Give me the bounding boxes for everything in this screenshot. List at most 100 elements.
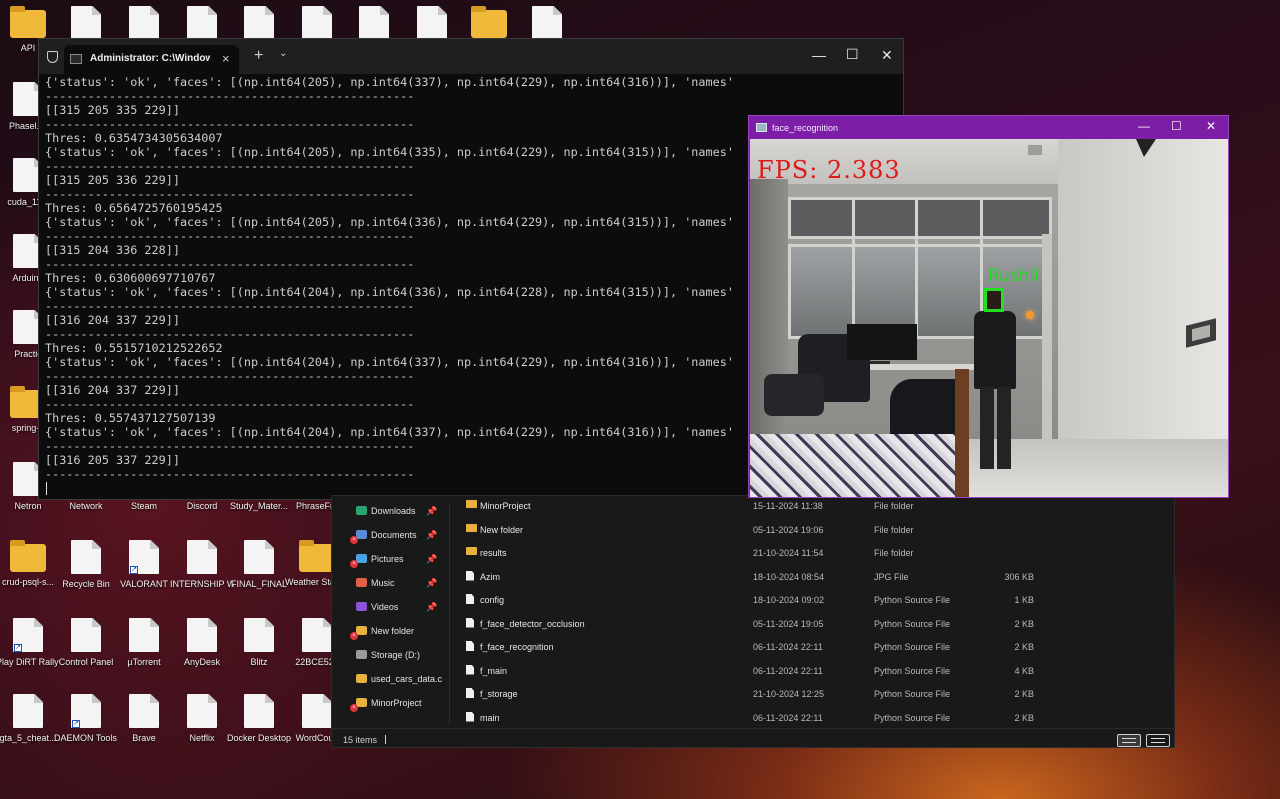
terminal-line: {'status': 'ok', 'faces': [(np.int64(205… [45,215,735,229]
nav-item[interactable]: used_cars_data.c [356,674,442,692]
terminal-tab[interactable]: Administrator: C:\Windows\S × [64,45,239,74]
close-button[interactable]: ✕ [881,47,893,64]
terminal-line: ----------------------------------------… [45,229,415,243]
person-leg [997,387,1011,469]
file-icon [129,694,159,728]
file-row[interactable]: config 18-10-2024 09:02 Python Source File… [462,590,1162,610]
desktop-icon[interactable]: FINAL_FINAL [227,540,291,590]
pane-divider[interactable] [449,504,450,724]
folder-icon [466,523,477,532]
pin-icon[interactable]: 📌 [426,602,437,613]
terminal-line: ----------------------------------------… [45,397,415,411]
face-window-title-bar[interactable]: face_recognition — ☐ ✕ [749,116,1228,139]
ceiling-vent [1028,145,1042,155]
folder-icon [356,602,367,611]
desktop-icon[interactable]: Recycle Bin [54,540,118,590]
admin-shield-icon [47,51,58,63]
file-row[interactable]: f_face_recognition 06-11-2024 22:11 Python… [462,637,1162,657]
face-minimize-button[interactable]: — [1138,119,1150,133]
desktop-icon[interactable]: ↗ Play DiRT Rally 2 [0,618,60,668]
file-type: File folder [874,548,914,558]
terminal-output[interactable]: {'status': 'ok', 'faces': [(np.int64(205… [45,74,735,499]
face-maximize-button[interactable]: ☐ [1171,119,1182,133]
desktop-icon[interactable]: ↗ VALORANT [112,540,176,590]
file-row[interactable]: f_main 06-11-2024 22:11 Python Source File… [462,661,1162,681]
nav-item[interactable]: Pictures 📌 × [350,554,437,572]
file-row[interactable]: MinorProject 15-11-2024 11:38 File folder [462,496,1162,516]
file-type: File folder [874,524,914,535]
desktop-icon[interactable]: Netflix [170,694,234,744]
file-icon [71,540,101,574]
file-row[interactable]: f_face_detector_occlusion 05-11-2024 19:0… [462,614,1162,634]
desktop-icon[interactable]: Docker Desktop [227,694,291,744]
terminal-line: [[315 205 335 229]] [45,103,180,117]
file-icon [466,641,474,651]
terminal-line: {'status': 'ok', 'faces': [(np.int64(205… [45,145,735,159]
file-row[interactable]: results 21-10-2024 11:54 File folder [462,543,1162,563]
terminal-line: ----------------------------------------… [45,89,415,103]
file-type: Python Source File [874,595,951,605]
desktop-icon-label: Netflix [189,733,215,743]
nav-item[interactable]: New folder × [350,626,415,644]
desktop-icon[interactable]: AnyDesk [170,618,234,668]
tab-dropdown-button[interactable]: ⌄ [279,48,287,59]
desktop-icon-label: Blitz [250,657,268,667]
file-size: 2 KB [1014,689,1034,699]
nav-item[interactable]: MinorProject × [350,698,422,716]
desktop-icon[interactable]: ↗ DAEMON Tools Lite [54,694,118,744]
terminal-line: [[316 204 337 229]] [45,313,180,327]
pin-icon[interactable]: 📌 [426,554,437,565]
file-icon [187,6,217,40]
file-row[interactable]: New folder 05-11-2024 19:06 File folder [462,520,1162,540]
folder-icon [356,674,367,683]
file-type: Python Source File [874,689,951,699]
file-row[interactable]: f_storage 21-10-2024 12:25 Python Source F… [462,684,1162,704]
file-name: results [480,548,507,558]
sync-error-icon: × [350,632,358,640]
tab-close-icon[interactable]: × [222,51,230,66]
terminal-line: Thres: 0.557437127507139 [45,411,216,425]
file-date: 21-10-2024 12:25 [753,689,825,699]
minimize-button[interactable]: — [812,47,826,63]
file-icon [466,664,474,675]
pin-icon[interactable]: 📌 [426,578,437,589]
desktop-icon-label: AnyDesk [183,657,220,667]
pin-icon[interactable]: 📌 [426,506,437,517]
desktop-icon[interactable]: INTERNSHIP WITH INDIA... [170,540,234,590]
pin-icon[interactable]: 📌 [426,530,437,541]
file-icon [129,6,159,40]
file-icon [302,6,332,40]
file-explorer-window[interactable]: Downloads 📌 Documents 📌 × Pictures 📌 × Music 📌 Vid… [331,495,1175,748]
tiles-view-button[interactable] [1146,734,1170,747]
maximize-button[interactable]: ☐ [846,46,859,63]
nav-item[interactable]: Storage (D:) [356,650,420,668]
file-icon [466,617,474,628]
nav-item[interactable]: Videos 📌 [356,602,437,620]
desktop-icon[interactable]: gta_5_cheat... [0,694,60,744]
terminal-tab-title: Administrator: C:\Windows\S [90,53,210,64]
nav-item-label: used_cars_data.c [371,674,443,684]
desktop-icon[interactable]: Blitz [227,618,291,668]
new-tab-button[interactable]: + [254,47,263,65]
nav-item[interactable]: Music 📌 [356,578,437,596]
file-type: Python Source File [874,642,951,652]
file-row[interactable]: Azim 18-10-2024 08:54 JPG File 306 KB [462,567,1162,587]
desktop-icon[interactable]: crud-psql-s... [0,540,60,588]
terminal-line: Thres: 0.630600697710767 [45,271,216,285]
file-type: File folder [874,501,914,511]
face-close-button[interactable]: ✕ [1206,119,1216,133]
face-recognition-window[interactable]: face_recognition — ☐ ✕ FPS: 2.383 Rushil [748,115,1229,498]
file-icon [187,618,217,652]
nav-item-label: New folder [371,626,415,636]
file-row[interactable]: main 06-11-2024 22:11 Python Source File 2 … [462,708,1162,728]
file-name: config [480,595,505,605]
details-view-button[interactable] [1117,734,1141,747]
desktop-icon[interactable]: Brave [112,694,176,744]
desktop-icon[interactable]: Control Panel [54,618,118,668]
desktop-icon[interactable]: µTorrent [112,618,176,668]
chair-arm [764,374,824,416]
nav-item[interactable]: Documents 📌 × [350,530,437,548]
desktop-icon-label: FINAL_FINAL [230,579,288,589]
nav-item[interactable]: Downloads 📌 [356,506,437,524]
file-icon [466,688,474,698]
